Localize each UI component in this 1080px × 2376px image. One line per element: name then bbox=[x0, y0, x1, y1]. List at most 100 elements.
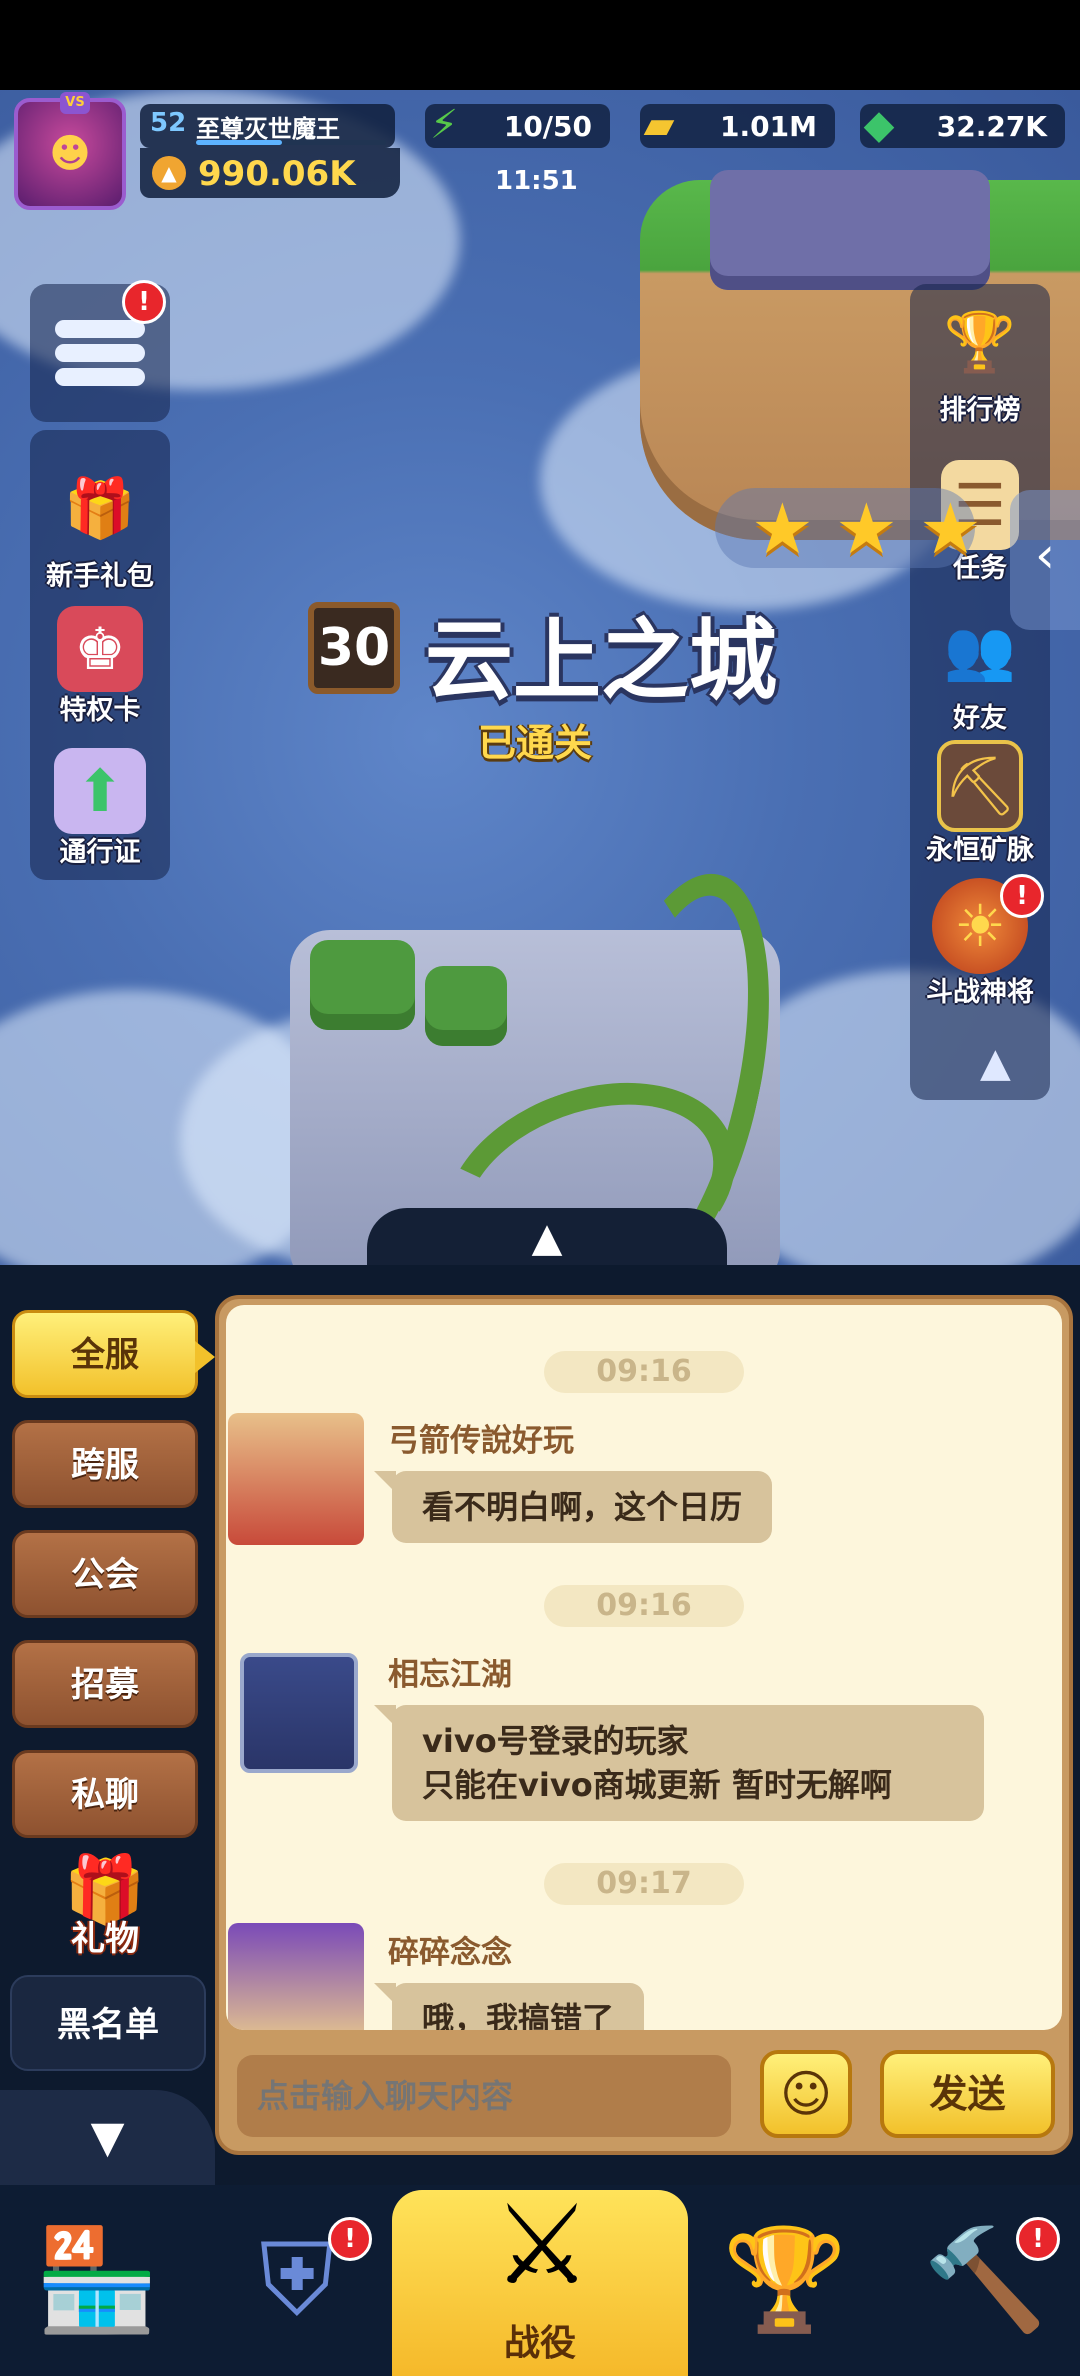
battle-pass-label: 通行证 bbox=[59, 837, 141, 868]
gold-bar-icon: ▰ bbox=[643, 102, 675, 148]
clock: 11:51 bbox=[495, 166, 578, 196]
armor-icon: ⛨ bbox=[259, 2221, 335, 2338]
eternal-mine-button[interactable]: ⛏ 永恒矿脉 bbox=[900, 740, 1060, 867]
newbie-gift-button[interactable]: 🎁 新手礼包 bbox=[20, 458, 180, 593]
power-display: ▲ 990.06K bbox=[140, 148, 400, 198]
smiley-icon: ☺ bbox=[779, 2065, 833, 2123]
newbie-gift-label: 新手礼包 bbox=[46, 561, 154, 592]
battle-pass-button[interactable]: ⬆ 通行证 bbox=[20, 740, 180, 869]
message-timestamp: 09:16 bbox=[544, 1585, 744, 1627]
star-icon: ★ bbox=[919, 488, 982, 570]
privilege-card-button[interactable]: ♚ 特权卡 bbox=[20, 598, 180, 727]
xp-fill bbox=[196, 140, 282, 145]
nav-shop[interactable]: 🏪 bbox=[22, 2205, 172, 2355]
menu-list-icon bbox=[55, 314, 145, 392]
leaderboard-trophy-icon: 🏆 bbox=[943, 307, 1017, 376]
message-text-line: 只能在vivo商城更新 暂时无解啊 bbox=[422, 1766, 892, 1804]
message-sender[interactable]: 弓箭传說好玩 bbox=[388, 1415, 574, 1460]
emoji-button[interactable]: ☺ bbox=[760, 2050, 852, 2138]
star-icon: ★ bbox=[751, 488, 814, 570]
green-gem-icon: ◆ bbox=[863, 102, 895, 148]
privilege-card-label: 特权卡 bbox=[59, 695, 141, 726]
eternal-mine-label: 永恒矿脉 bbox=[926, 835, 1034, 866]
message-timestamp: 09:16 bbox=[544, 1351, 744, 1393]
new-year-avatar[interactable] bbox=[228, 1413, 364, 1545]
leaderboard-label: 排行榜 bbox=[939, 395, 1021, 426]
chevron-down-icon: ▼ bbox=[90, 2112, 125, 2163]
send-button[interactable]: 发送 bbox=[880, 2050, 1055, 2138]
tab-private[interactable]: 私聊 bbox=[12, 1750, 198, 1838]
player-avatar[interactable]: ☻ VS bbox=[14, 92, 126, 210]
nav-campaign-label: 战役 bbox=[503, 2323, 576, 2364]
game-screen: ☻ VS 52 至尊灭世魔王 ▲ 990.06K ⚡ 10/50 ▰ 1.01M… bbox=[0, 0, 1080, 2376]
tree bbox=[425, 966, 507, 1046]
gold-counter[interactable]: ▰ 1.01M bbox=[640, 102, 835, 148]
gem-value: 32.27K bbox=[936, 110, 1047, 143]
battle-god-label: 斗战神将 bbox=[926, 977, 1034, 1008]
gift-tab[interactable]: 🎁 礼物 bbox=[50, 1855, 160, 1960]
vs-badge: VS bbox=[60, 92, 90, 114]
message-sender[interactable]: 相忘江湖 bbox=[388, 1649, 512, 1694]
privilege-card-icon: ♚ bbox=[57, 606, 143, 692]
trophy-icon: 🏆 bbox=[722, 2221, 848, 2338]
shop-icon: 🏪 bbox=[34, 2221, 160, 2338]
message-bubble: 哦，我搞错了 bbox=[373, 1983, 645, 2030]
player-name: 至尊灭世魔王 bbox=[196, 115, 340, 143]
star-icon: ★ bbox=[835, 488, 898, 570]
tab-guild[interactable]: 公会 bbox=[12, 1530, 198, 1618]
tab-cross-server[interactable]: 跨服 bbox=[12, 1420, 198, 1508]
crossed-swords-icon: ⚔ bbox=[492, 2181, 592, 2309]
main-menu-button[interactable]: ! bbox=[30, 280, 170, 422]
gem-counter[interactable]: ◆ 32.27K bbox=[860, 102, 1065, 148]
white-hair-avatar[interactable] bbox=[228, 1923, 364, 2030]
tab-recruit[interactable]: 招募 bbox=[12, 1640, 198, 1728]
talents-alert-badge: ! bbox=[1016, 2217, 1060, 2261]
message-text: 哦，我搞错了 bbox=[422, 2000, 615, 2030]
chat-input[interactable] bbox=[237, 2055, 731, 2137]
gold-value: 1.01M bbox=[720, 110, 817, 143]
tab-all-server[interactable]: 全服 bbox=[12, 1310, 215, 1398]
message-bubble: 看不明白啊，这个日历 bbox=[373, 1471, 773, 1543]
nav-talents[interactable]: 🔨 ! bbox=[910, 2205, 1060, 2355]
message-sender[interactable]: 碎碎念念 bbox=[388, 1927, 512, 1972]
message-text: 看不明白啊，这个日历 bbox=[422, 1488, 743, 1526]
player-level: 52 bbox=[150, 108, 187, 138]
equipment-alert-badge: ! bbox=[328, 2217, 372, 2261]
collapse-chat-button[interactable]: ▼ bbox=[0, 2090, 215, 2185]
player-info[interactable]: 52 至尊灭世魔王 bbox=[140, 104, 395, 148]
collapse-right-menu-icon[interactable]: ▲ bbox=[980, 1040, 1011, 1086]
stage-name: 云上之城 bbox=[425, 609, 778, 712]
nav-campaign[interactable]: ⚔ 战役 bbox=[392, 2181, 688, 2376]
top-hud: ☻ VS 52 至尊灭世魔王 ▲ 990.06K ⚡ 10/50 ▰ 1.01M… bbox=[0, 90, 1080, 210]
battle-god-button[interactable]: ☀ 斗战神将 ! bbox=[900, 874, 1060, 1009]
power-icon: ▲ bbox=[152, 156, 186, 190]
xp-bar bbox=[196, 140, 386, 145]
blacklist-button[interactable]: 黑名单 bbox=[10, 1975, 206, 2071]
stamina-value: 10/50 bbox=[503, 110, 592, 143]
side-collapse-chevron-icon[interactable]: ‹ bbox=[1010, 490, 1080, 630]
pass-chest-icon: ⬆ bbox=[54, 748, 146, 834]
nav-equipment[interactable]: ⛨ ! bbox=[222, 2205, 372, 2355]
tree bbox=[310, 940, 415, 1030]
gift-box-icon: 🎁 bbox=[63, 473, 137, 542]
avatar-face-icon: ☻ bbox=[49, 131, 91, 177]
stamina-counter[interactable]: ⚡ 10/50 bbox=[425, 102, 610, 148]
mine-gate-icon: ⛏ bbox=[937, 740, 1023, 832]
menu-alert-badge: ! bbox=[122, 280, 166, 324]
expand-scene-button[interactable]: ▲ bbox=[367, 1208, 727, 1268]
crossed-swords-avatar[interactable] bbox=[240, 1653, 358, 1773]
message-timestamp: 09:17 bbox=[544, 1863, 744, 1905]
stage-number: 30 bbox=[308, 602, 400, 694]
power-value: 990.06K bbox=[198, 154, 356, 194]
battle-god-alert-badge: ! bbox=[1000, 874, 1044, 918]
leaderboard-button[interactable]: 🏆 排行榜 bbox=[900, 292, 1060, 427]
chat-message-list[interactable]: 09:16 弓箭传說好玩 看不明白啊，这个日历 09:16 相忘江湖 vivo号… bbox=[226, 1305, 1062, 2030]
friends-label: 好友 bbox=[953, 703, 1007, 734]
stamina-lightning-icon: ⚡ bbox=[429, 102, 459, 148]
message-text-line: vivo号登录的玩家 bbox=[422, 1722, 689, 1760]
stage-status: 已通关 bbox=[478, 721, 593, 765]
chevron-up-icon: ▲ bbox=[531, 1215, 563, 1261]
nav-trophy[interactable]: 🏆 bbox=[710, 2205, 860, 2355]
stage-stars: ★ ★ ★ bbox=[715, 488, 982, 570]
message-bubble: vivo号登录的玩家 只能在vivo商城更新 暂时无解啊 bbox=[374, 1705, 984, 1821]
